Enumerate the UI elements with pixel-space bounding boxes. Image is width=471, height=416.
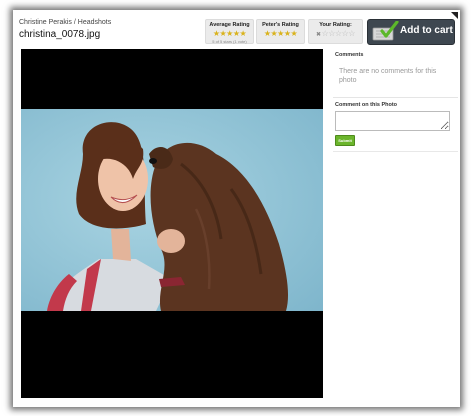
user-rating-label: Your Rating: [319,22,352,28]
owner-rating-label: Peter's Rating [262,22,299,28]
submit-button[interactable]: Submit [335,135,355,146]
comments-sidebar: Comments There are no comments for this … [333,49,458,152]
corner-close-marker[interactable] [451,12,458,19]
add-to-cart-label: Add to cart [400,25,453,36]
average-rating-stars: ★★★★★ [212,29,247,38]
average-rating-votes: 5 of 5 stars (1 vote) [212,39,247,44]
breadcrumb: Christine Perakis / Headshots [19,19,111,26]
user-rating-box: Your Rating: ✖☆☆☆☆☆ [308,19,363,44]
clear-rating-icon[interactable]: ✖ [316,32,321,38]
comments-heading: Comments [335,52,364,58]
owner-rating-stars: ★★★★★ [263,29,298,38]
comments-divider [333,97,458,98]
add-to-cart-button[interactable]: Add to cart [367,19,455,45]
no-comments-text: There are no comments for this photo [339,68,437,84]
comment-form-heading: Comment on this Photo [335,102,398,108]
average-rating-label: Average Rating [209,22,250,28]
user-rating-stars[interactable]: ✖☆☆☆☆☆ [309,30,362,39]
average-rating-box: Average Rating ★★★★★ 5 of 5 stars (1 vot… [205,19,254,44]
photo-frame [21,49,323,398]
breadcrumb-gallery-link[interactable]: Christine Perakis [19,19,72,26]
photo-title: christina_0078.jpg [19,29,101,40]
cart-check-icon [372,21,399,41]
comment-textarea[interactable] [335,111,450,131]
main-photo[interactable] [21,109,323,311]
breadcrumb-separator: / [73,19,76,26]
photo-viewer-window: Christine Perakis / Headshots christina_… [15,12,458,405]
owner-rating-box: Peter's Rating ★★★★★ [256,19,305,44]
breadcrumb-album-link[interactable]: Headshots [78,19,111,26]
form-divider [333,151,458,152]
